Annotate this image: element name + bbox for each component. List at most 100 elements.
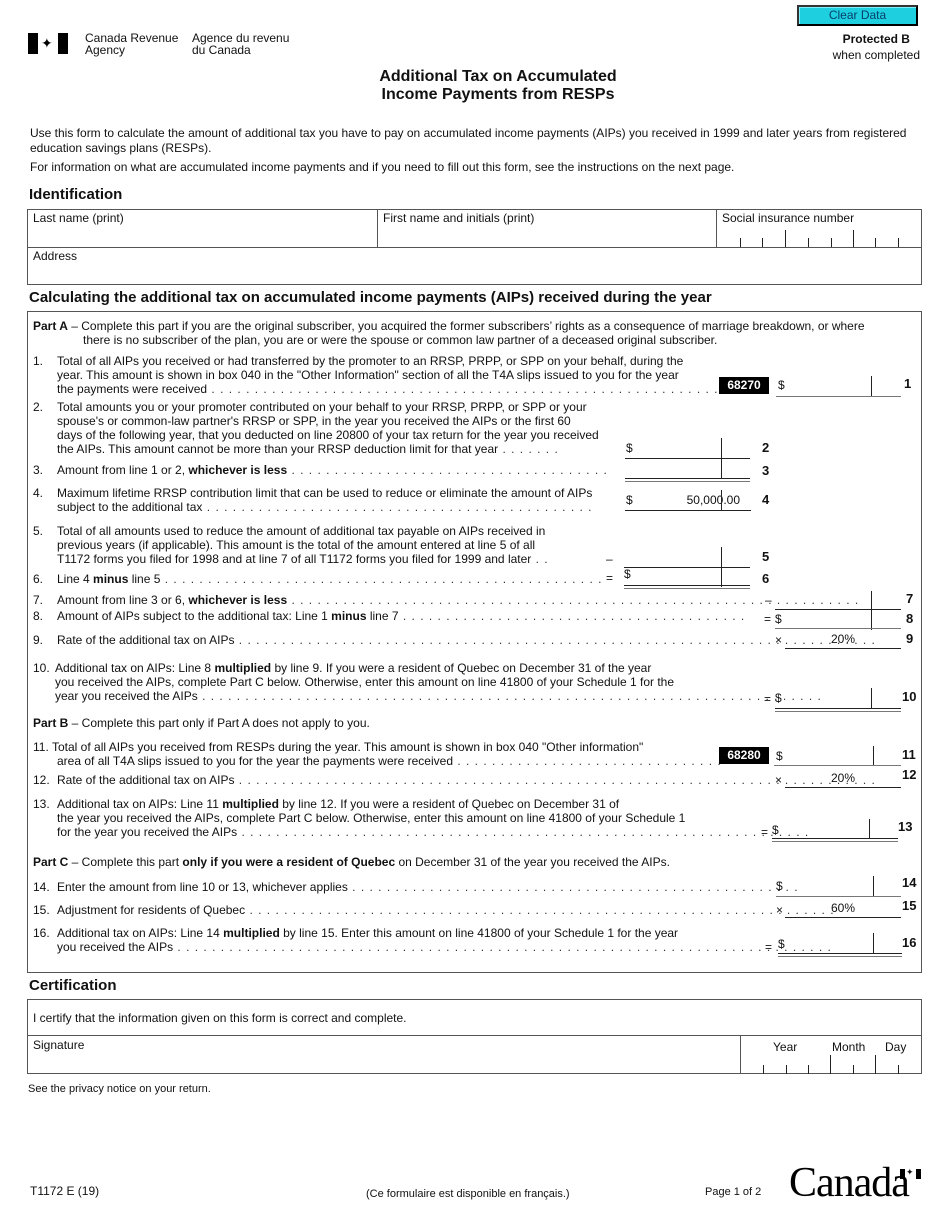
sin-digit-divider [762, 238, 763, 247]
line-11-desc-end: area of all T4A slips issued to you for … [57, 754, 453, 768]
dollar-sign: $ [772, 823, 779, 837]
line-code-68280: 68280 [719, 747, 769, 764]
line-11-desc: Total of all AIPs you received from RESP… [52, 740, 644, 754]
line-10-desc-bold: multiplied [214, 661, 272, 675]
line-2-amount-input[interactable] [636, 441, 720, 457]
dollar-sign: $ [776, 749, 783, 763]
line-16-desc-text: by line 15. Enter this amount on line 41… [279, 926, 679, 940]
line-10-amount-input[interactable] [785, 691, 870, 706]
part-a-text: – Complete this part if you are the orig… [67, 319, 865, 333]
part-b-intro: Part B – Complete this part only if Part… [33, 716, 370, 730]
last-name-field[interactable]: Last name (print) [28, 210, 378, 247]
protected-status: Protected B when completed [833, 31, 920, 63]
line-16-double-underline [778, 956, 902, 957]
line-13-desc: for the year you received the AIPs . . .… [57, 825, 809, 839]
first-name-label: First name and initials (print) [383, 211, 535, 225]
day-label: Day [885, 1040, 907, 1054]
signature-field[interactable] [28, 1036, 740, 1074]
leader-dots: . . . . . . . [498, 442, 559, 456]
line-10-desc-text: Additional tax on AIPs: Line 8 [55, 661, 215, 675]
year-label: Year [773, 1040, 798, 1054]
leader-dots: . . . . . . . . . . . . . . . . . . . . … [160, 572, 603, 586]
date-group-divider [830, 1055, 831, 1074]
line-10-underline [775, 708, 901, 709]
line-14-desc-text: Enter the amount from line 10 or 13, whi… [57, 880, 348, 894]
address-field[interactable]: Address [28, 247, 921, 285]
line-16-underline [778, 953, 902, 954]
line-3-amount-input[interactable] [626, 462, 720, 477]
line-7-amount-input[interactable] [776, 594, 870, 608]
line-11-number: 11. [33, 740, 49, 754]
cents-divider [873, 876, 874, 896]
line-2-desc: days of the following year, that you ded… [57, 428, 599, 442]
equals-sign: = [764, 612, 772, 626]
line-10-desc-end: year you received the AIPs [55, 689, 198, 703]
form-title-line1: Additional Tax on Accumulated [379, 68, 617, 85]
form-title: Additional Tax on Accumulated Income Pay… [0, 68, 950, 104]
line-8-amount-input[interactable] [785, 612, 870, 627]
line-6-amount-input[interactable] [634, 569, 720, 584]
line-3-desc: Amount from line 1 or 2, whichever is le… [57, 463, 608, 477]
line-6-underline [624, 585, 750, 586]
line-3-desc-text: Amount from line 1 or 2, [57, 463, 189, 477]
identification-heading: Identification [29, 186, 123, 203]
line-8-desc: Amount of AIPs subject to the additional… [57, 609, 745, 623]
line-1-amount-input[interactable] [786, 378, 870, 394]
date-field[interactable]: Year Month Day [740, 1036, 922, 1074]
date-digit-divider [786, 1065, 787, 1074]
dollar-sign: $ [775, 612, 782, 626]
line-1-desc: year. This amount is shown in box 040 in… [57, 368, 679, 382]
line-8-desc-bold: minus [331, 609, 367, 623]
line-code-68270: 68270 [719, 377, 769, 394]
agency-en-line2: Agency [85, 43, 126, 57]
line-16-amount-input[interactable] [788, 937, 872, 952]
line-7-underline [775, 609, 901, 610]
line-7-desc-bold: whichever is less [188, 593, 288, 607]
line-12-desc: Rate of the additional tax on AIPs . . .… [57, 773, 876, 787]
line-5-desc: previous years (if applicable). This amo… [57, 538, 536, 552]
line-13-number: 13. [33, 797, 50, 811]
calculation-heading: Calculating the additional tax on accumu… [29, 289, 712, 306]
sin-field[interactable]: Social insurance number [717, 210, 922, 247]
line-10-desc: year you received the AIPs . . . . . . .… [55, 689, 822, 703]
line-11-desc: area of all T4A slips issued to you for … [57, 754, 722, 768]
first-name-field[interactable]: First name and initials (print) [378, 210, 717, 247]
cents-divider [721, 547, 722, 567]
line-3-label: 3 [762, 463, 770, 478]
line-11-underline [774, 765, 901, 766]
line-1-desc: Total of all AIPs you received or had tr… [57, 354, 684, 368]
sin-group-divider [785, 230, 786, 247]
date-digit-divider [808, 1065, 809, 1074]
line-15-label: 15 [902, 898, 917, 913]
clear-data-button[interactable]: Clear Data [797, 5, 918, 26]
line-3-double-underline [625, 481, 750, 482]
privacy-notice: See the privacy notice on your return. [28, 1083, 211, 1095]
line-5-amount-input[interactable] [626, 551, 720, 566]
line-11-amount-input[interactable] [786, 749, 872, 764]
line-16-label: 16 [902, 935, 917, 950]
equals-sign: = [761, 825, 769, 839]
line-13-amount-input[interactable] [782, 823, 868, 838]
line-14-label: 14 [902, 875, 917, 890]
line-12-underline [785, 787, 901, 788]
agency-name-en: Canada Revenue Agency [85, 32, 178, 56]
line-8-desc-text: line 7 [366, 609, 399, 623]
cents-divider [721, 490, 722, 510]
protected-label: Protected B [842, 32, 910, 46]
sin-digit-divider [740, 238, 741, 247]
line-14-amount-input[interactable] [786, 879, 872, 894]
line-16-desc-bold: multiplied [223, 926, 280, 940]
cents-divider [721, 458, 722, 478]
line-3-number: 3. [33, 463, 44, 477]
part-c-label: Part C [33, 855, 69, 869]
dollar-sign: $ [624, 567, 631, 581]
form-identifier: T1172 E (19) [30, 1184, 100, 1198]
line-9-underline [785, 648, 901, 649]
line-2-desc: spouse's or common-law partner's RRSP or… [57, 414, 571, 428]
line-9-desc: Rate of the additional tax on AIPs . . .… [57, 633, 876, 647]
line-4-number: 4. [33, 486, 44, 500]
line-12-label: 12 [902, 767, 917, 782]
identification-table: Last name (print) First name and initial… [27, 209, 922, 285]
line-5-desc: T1172 forms you filed for 1998 and at li… [57, 552, 549, 566]
dollar-sign: $ [776, 879, 783, 893]
